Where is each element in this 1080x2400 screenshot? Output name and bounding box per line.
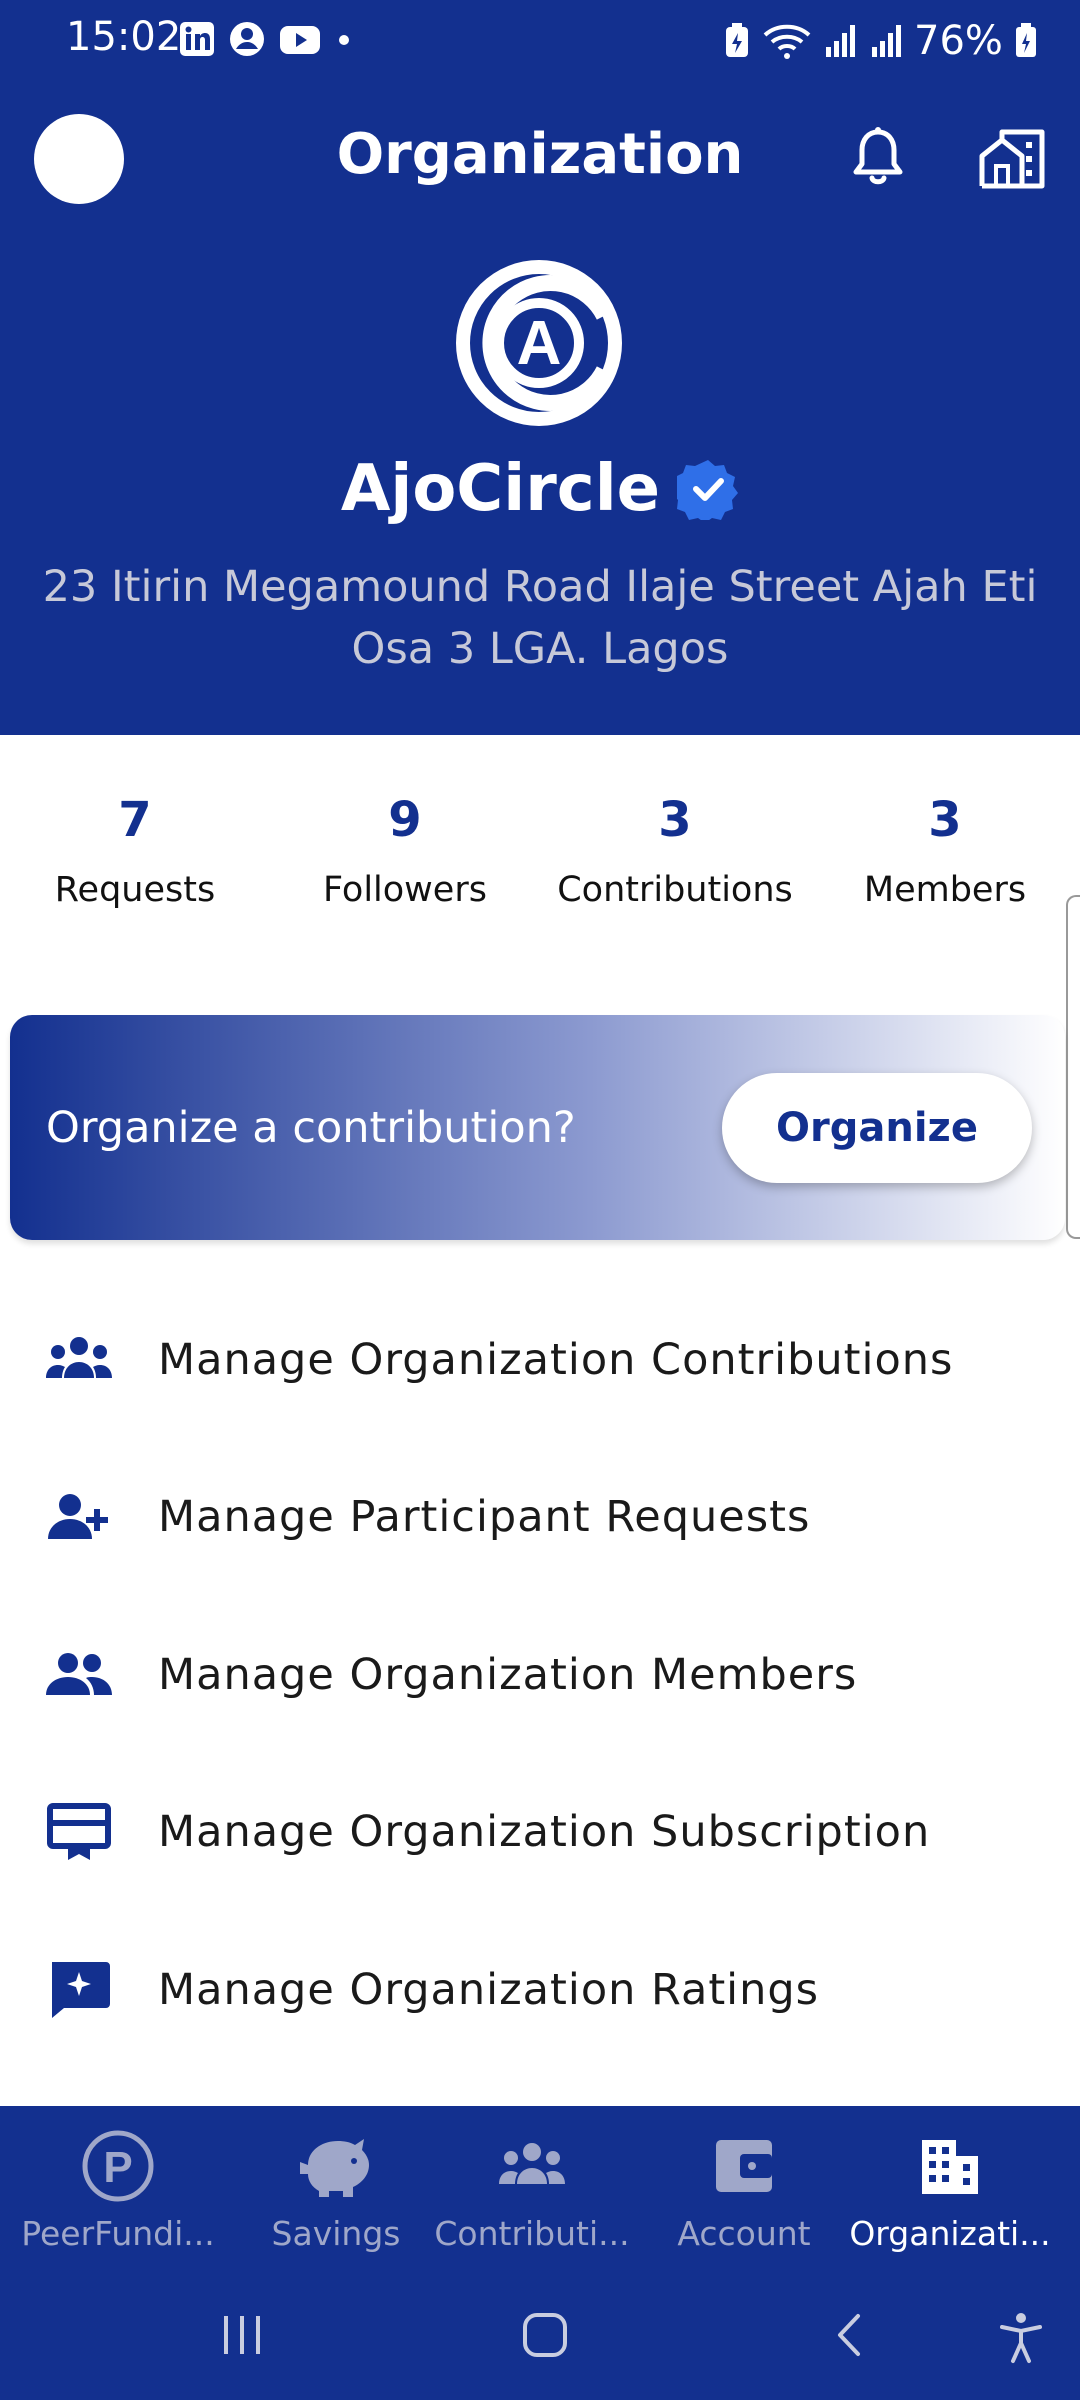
scroll-edge	[1066, 895, 1080, 1239]
nav-item-organization[interactable]: Organizati...	[842, 2126, 1058, 2253]
nav-item-account[interactable]: Account	[636, 2126, 852, 2253]
nav-label: Contributi...	[434, 2214, 630, 2253]
org-name: AjoCircle	[340, 452, 661, 526]
stat-contributions[interactable]: 3 Contributions	[540, 790, 810, 910]
stat-label: Followers	[323, 870, 487, 910]
stat-members[interactable]: 3 Members	[810, 790, 1080, 910]
peerfunding-icon: P	[82, 2130, 154, 2202]
organize-promo-card: Organize a contribution? Organize	[10, 1015, 1065, 1240]
piggy-bank-icon	[300, 2139, 369, 2197]
menu-item-contributions[interactable]: Manage Organization Contributions	[0, 1285, 1080, 1435]
subscription-card-icon	[47, 1803, 111, 1860]
stat-label: Members	[863, 870, 1027, 910]
dot-icon	[339, 35, 349, 45]
stat-requests[interactable]: 7 Requests	[0, 790, 270, 910]
battery-saver-icon	[726, 23, 748, 57]
back-icon[interactable]	[826, 2310, 876, 2360]
person-add-icon	[48, 1494, 108, 1539]
verified-badge-icon	[677, 460, 739, 520]
org-address: 23 Itirin Megamound Road Ilaje Street Aj…	[42, 562, 1038, 674]
stat-value: 9	[388, 792, 422, 848]
signal-icon-2	[872, 25, 901, 57]
nav-label: Account	[677, 2214, 811, 2253]
status-system-icons: 76%	[722, 18, 1039, 64]
stat-value: 3	[658, 792, 692, 848]
menu-item-label: Manage Organization Contributions	[158, 1335, 954, 1385]
menu-item-subscription[interactable]: Manage Organization Subscription	[0, 1757, 1080, 1907]
status-time: 15:02	[66, 14, 182, 60]
rating-chat-icon	[52, 1962, 110, 2018]
contributions-icon	[499, 2143, 565, 2184]
people-icon	[46, 1653, 112, 1695]
menu-item-label: Manage Organization Members	[158, 1650, 858, 1700]
organize-button[interactable]: Organize	[722, 1073, 1032, 1183]
stat-label: Requests	[54, 870, 216, 910]
account-circle-icon	[230, 22, 264, 56]
stat-value: 7	[118, 792, 152, 848]
battery-icon	[1015, 23, 1036, 57]
stat-followers[interactable]: 9 Followers	[270, 790, 540, 910]
organization-building-icon[interactable]	[978, 126, 1048, 190]
youtube-icon	[280, 26, 320, 54]
menu-item-ratings[interactable]: Manage Organization Ratings	[0, 1915, 1080, 2065]
stat-value: 3	[928, 792, 962, 848]
menu-item-participant-requests[interactable]: Manage Participant Requests	[0, 1442, 1080, 1592]
status-notification-icons	[178, 20, 354, 58]
signal-icon-1	[826, 25, 855, 57]
nav-label: Organizati...	[849, 2214, 1051, 2253]
org-logo-letter: A	[517, 309, 562, 378]
org-name-row: AjoCircle	[0, 452, 1080, 526]
bottom-nav: P PeerFundi... Savings Contributi... Acc…	[0, 2106, 1080, 2400]
menu-item-members[interactable]: Manage Organization Members	[0, 1600, 1080, 1750]
nav-item-contributions[interactable]: Contributi...	[424, 2126, 640, 2253]
notifications-bell-icon[interactable]	[848, 126, 908, 190]
svg-text:P: P	[103, 2143, 132, 2192]
menu-item-label: Manage Organization Ratings	[158, 1965, 820, 2015]
wallet-icon	[716, 2140, 772, 2192]
nav-item-peerfunding[interactable]: P PeerFundi...	[10, 2126, 226, 2253]
promo-text: Organize a contribution?	[46, 1103, 576, 1153]
home-icon[interactable]	[520, 2310, 570, 2360]
menu-item-label: Manage Participant Requests	[158, 1492, 811, 1542]
stat-label: Contributions	[557, 870, 793, 910]
recent-apps-icon[interactable]	[218, 2310, 268, 2360]
header: 15:02 76% Organization A AjoCircle 23 It…	[0, 0, 1080, 735]
battery-percent: 76%	[914, 18, 1003, 64]
linkedin-icon	[180, 22, 214, 56]
nav-label: PeerFundi...	[21, 2214, 215, 2253]
wifi-icon	[763, 24, 811, 59]
page-title: Organization	[336, 122, 744, 187]
nav-label: Savings	[271, 2214, 401, 2253]
org-logo: A	[456, 260, 622, 426]
accessibility-icon[interactable]	[996, 2312, 1046, 2364]
building-icon	[922, 2140, 978, 2194]
menu-item-label: Manage Organization Subscription	[158, 1807, 931, 1857]
nav-item-savings[interactable]: Savings	[228, 2126, 444, 2253]
groups-icon	[46, 1337, 112, 1378]
